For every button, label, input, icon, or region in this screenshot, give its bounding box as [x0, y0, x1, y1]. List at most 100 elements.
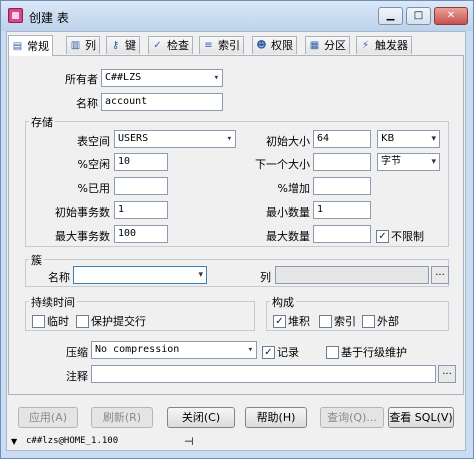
table-name-input[interactable]: account — [101, 93, 223, 111]
preserve-rows-checkbox[interactable]: 保护提交行 — [76, 313, 146, 329]
initial-size-label: 初始大小 — [266, 135, 310, 148]
comment-input[interactable] — [91, 365, 436, 383]
maxextents-input[interactable] — [313, 225, 371, 243]
tab-general[interactable]: ▤ 常规 — [8, 35, 53, 56]
tab-triggers[interactable]: ⚡ 触发器 — [356, 36, 412, 54]
tablespace-select[interactable]: USERS ▾ — [114, 130, 236, 148]
name-label: 名称 — [76, 97, 98, 110]
maxtrans-input[interactable]: 100 — [114, 225, 168, 243]
compression-select[interactable]: No compression ▾ — [91, 341, 257, 359]
checkbox-box: ✓ — [376, 229, 389, 243]
initial-unit-value: KB — [381, 133, 395, 144]
chevron-down-icon: ▾ — [431, 134, 436, 144]
close-button[interactable]: 关闭(C) — [167, 407, 235, 428]
row-movement-label: 基于行级维护 — [341, 346, 407, 359]
tab-label: 键 — [125, 39, 136, 52]
cluster-columns-label: 列 — [260, 271, 271, 284]
tab-columns[interactable]: ▥ 列 — [66, 36, 100, 54]
key-icon: ⚷ — [111, 40, 120, 51]
tab-partitions[interactable]: ▦ 分区 — [305, 36, 350, 54]
pct-increase-input[interactable] — [313, 177, 371, 195]
next-unit-select[interactable]: 字节 ▾ — [377, 153, 440, 171]
owner-label: 所有者 — [65, 73, 98, 86]
initrans-label: 初始事务数 — [55, 206, 110, 219]
maxextents-label: 最大数量 — [266, 230, 310, 243]
partition-icon: ▦ — [309, 40, 320, 51]
logging-checkbox[interactable]: ✓ 记录 — [262, 344, 299, 360]
pct-increase-label: %增加 — [277, 182, 310, 195]
minimize-button[interactable]: ▁ — [378, 7, 403, 25]
chevron-down-icon: ▾ — [431, 157, 436, 167]
tab-label: 触发器 — [375, 39, 408, 52]
minextents-label: 最小数量 — [266, 206, 310, 219]
pct-free-input[interactable]: 10 — [114, 153, 168, 171]
organization-group-title: 构成 — [270, 294, 296, 310]
compression-value: No compression — [95, 344, 180, 355]
temporary-checkbox[interactable]: 临时 — [32, 313, 69, 329]
query-button[interactable]: 查询(Q)... — [320, 407, 384, 428]
connection-status: c##lzs@HOME_1.100 — [26, 436, 119, 446]
help-button[interactable]: 帮助(H) — [245, 407, 307, 428]
unlimited-label: 不限制 — [391, 230, 424, 243]
pct-used-input[interactable] — [114, 177, 168, 195]
heap-checkbox[interactable]: ✓ 堆积 — [273, 313, 310, 329]
comment-browse-button[interactable]: ... — [438, 365, 456, 383]
chevron-down-icon: ▾ — [213, 73, 219, 83]
tab-privileges[interactable]: ☻ 权限 — [252, 36, 297, 54]
temporary-label: 临时 — [47, 315, 69, 328]
logging-label: 记录 — [277, 346, 299, 359]
connection-dropdown-icon[interactable]: ▼ — [11, 437, 17, 446]
tab-label: 常规 — [27, 39, 49, 53]
cluster-group-title: 簇 — [29, 252, 44, 268]
checkbox-box — [32, 314, 45, 328]
initial-size-input[interactable]: 64 — [313, 130, 371, 148]
external-checkbox[interactable]: 外部 — [362, 313, 399, 329]
initial-unit-select[interactable]: KB ▾ — [377, 130, 440, 148]
cluster-columns-browse-button[interactable]: ... — [431, 266, 449, 284]
cluster-columns-input[interactable] — [275, 266, 429, 284]
chevron-down-icon: ▾ — [247, 345, 253, 355]
chevron-down-icon: ▾ — [226, 134, 232, 144]
tab-label: 检查 — [167, 39, 189, 52]
pin-icon[interactable]: ⊣ — [184, 435, 194, 448]
view-sql-button[interactable]: 查看 SQL(V) — [388, 407, 454, 428]
unlimited-checkbox[interactable]: ✓ 不限制 — [376, 228, 424, 244]
tab-label: 权限 — [271, 39, 293, 52]
cluster-name-select[interactable]: ▾ — [73, 266, 207, 284]
row-movement-checkbox[interactable]: 基于行级维护 — [326, 344, 407, 360]
tab-indexes[interactable]: ≡ 索引 — [199, 36, 244, 54]
title-bar[interactable]: 创建 表 ▁ □ ✕ — [1, 1, 473, 31]
apply-button[interactable]: 应用(A) — [18, 407, 78, 428]
minextents-input[interactable]: 1 — [313, 201, 371, 219]
cluster-name-label: 名称 — [48, 271, 70, 284]
maximize-button[interactable]: □ — [406, 7, 431, 25]
index-organized-label: 索引 — [334, 315, 356, 328]
storage-group-title: 存储 — [29, 114, 55, 130]
maxtrans-label: 最大事务数 — [55, 230, 110, 243]
tab-keys[interactable]: ⚷ 键 — [106, 36, 140, 54]
refresh-button[interactable]: 刷新(R) — [91, 407, 153, 428]
general-icon: ▤ — [12, 40, 23, 52]
status-bar: ▼ c##lzs@HOME_1.100 ⊣ — [8, 434, 464, 452]
heap-label: 堆积 — [288, 315, 310, 328]
tab-label: 分区 — [324, 39, 346, 52]
preserve-rows-label: 保护提交行 — [91, 315, 146, 328]
comment-label: 注释 — [66, 370, 88, 383]
checkbox-box — [326, 345, 339, 359]
tab-label: 索引 — [218, 39, 240, 52]
close-window-button[interactable]: ✕ — [434, 7, 468, 25]
next-size-input[interactable] — [313, 153, 371, 171]
owner-value: C##LZS — [105, 72, 142, 83]
index-organized-checkbox[interactable]: 索引 — [319, 313, 356, 329]
owner-select[interactable]: C##LZS ▾ — [101, 69, 223, 87]
duration-group-title: 持续时间 — [29, 294, 77, 310]
compression-label: 压缩 — [66, 346, 88, 359]
check-icon: ✓ — [153, 40, 162, 51]
initrans-input[interactable]: 1 — [114, 201, 168, 219]
checkbox-box — [362, 314, 375, 328]
checkbox-box — [319, 314, 332, 328]
tab-checks[interactable]: ✓ 检查 — [148, 36, 193, 54]
index-icon: ≡ — [204, 40, 213, 51]
next-size-label: 下一个大小 — [255, 158, 310, 171]
next-unit-value: 字节 — [381, 156, 401, 167]
